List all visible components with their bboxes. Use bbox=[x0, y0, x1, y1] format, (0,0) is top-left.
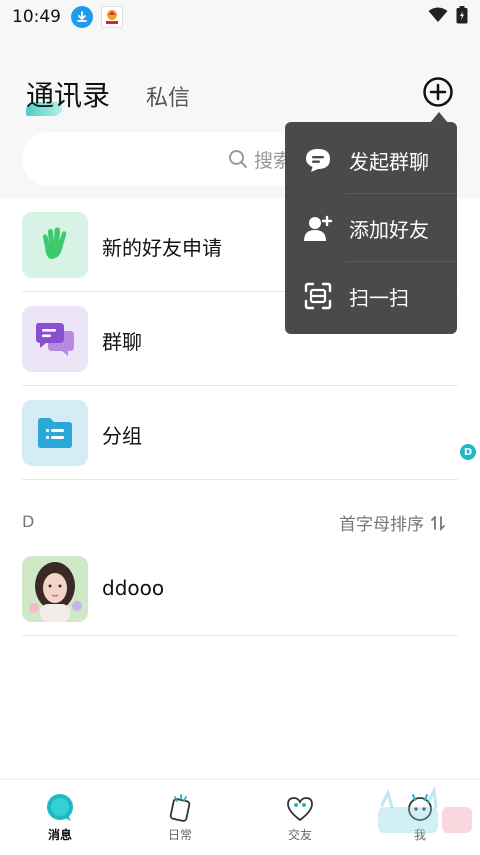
search-icon bbox=[228, 150, 247, 168]
nav-label: 消息 bbox=[47, 827, 72, 842]
wifi-icon bbox=[428, 7, 448, 27]
divider bbox=[22, 479, 458, 480]
index-letter-badge[interactable]: D bbox=[460, 444, 476, 460]
add-button[interactable] bbox=[422, 76, 454, 108]
sort-button[interactable]: 首字母排序 bbox=[339, 510, 448, 535]
download-icon bbox=[71, 6, 93, 28]
chat-bubble-icon bbox=[303, 145, 333, 175]
heart-icon bbox=[287, 796, 313, 821]
plus-circle-icon bbox=[423, 77, 453, 107]
menu-item-label: 发起群聊 bbox=[349, 149, 429, 174]
section-header: D 首字母排序 bbox=[0, 498, 480, 542]
tab-messages[interactable]: 私信 bbox=[146, 80, 190, 112]
nav-item-social[interactable]: 交友 bbox=[240, 780, 360, 855]
nav-item-messages[interactable]: 消息 bbox=[0, 780, 120, 855]
status-time: 10:49 bbox=[12, 7, 61, 27]
contact-name: ddooo bbox=[102, 576, 165, 600]
app-notification-icon bbox=[101, 6, 123, 28]
divider bbox=[22, 635, 458, 636]
scan-icon bbox=[303, 281, 333, 311]
sort-label: 首字母排序 bbox=[339, 515, 424, 535]
list-item-label: 新的好友申请 bbox=[102, 236, 222, 260]
list-item-groups[interactable]: 分组 bbox=[0, 386, 480, 480]
list-item-label: 群聊 bbox=[102, 330, 142, 354]
watermark-logo bbox=[378, 785, 472, 833]
nav-label: 日常 bbox=[167, 827, 192, 842]
contact-item-ddooo[interactable]: ddooo bbox=[0, 542, 480, 636]
menu-item-label: 扫一扫 bbox=[349, 285, 409, 310]
avatar bbox=[22, 556, 88, 622]
wave-hand-icon bbox=[22, 212, 88, 278]
add-user-icon bbox=[303, 213, 333, 243]
nav-item-daily[interactable]: 日常 bbox=[120, 780, 240, 855]
add-popup-menu: 发起群聊 添加好友 扫一扫 bbox=[285, 122, 457, 334]
list-item-label: 分组 bbox=[102, 424, 142, 448]
message-bubble-icon bbox=[47, 793, 73, 821]
tab-contacts[interactable]: 通讯录 bbox=[26, 74, 110, 114]
sort-icon bbox=[431, 515, 445, 531]
menu-item-add-friend[interactable]: 添加好友 bbox=[285, 194, 457, 262]
battery-icon bbox=[456, 6, 468, 28]
header: 通讯录 私信 bbox=[0, 60, 480, 130]
nav-label: 交友 bbox=[287, 827, 312, 842]
group-chat-icon bbox=[22, 306, 88, 372]
daily-note-icon bbox=[169, 793, 191, 822]
status-bar: 10:49 bbox=[0, 0, 480, 34]
menu-item-start-group-chat[interactable]: 发起群聊 bbox=[285, 126, 457, 194]
menu-item-scan[interactable]: 扫一扫 bbox=[285, 262, 457, 330]
folder-icon bbox=[22, 400, 88, 466]
menu-item-label: 添加好友 bbox=[349, 217, 429, 242]
section-letter: D bbox=[22, 512, 35, 531]
